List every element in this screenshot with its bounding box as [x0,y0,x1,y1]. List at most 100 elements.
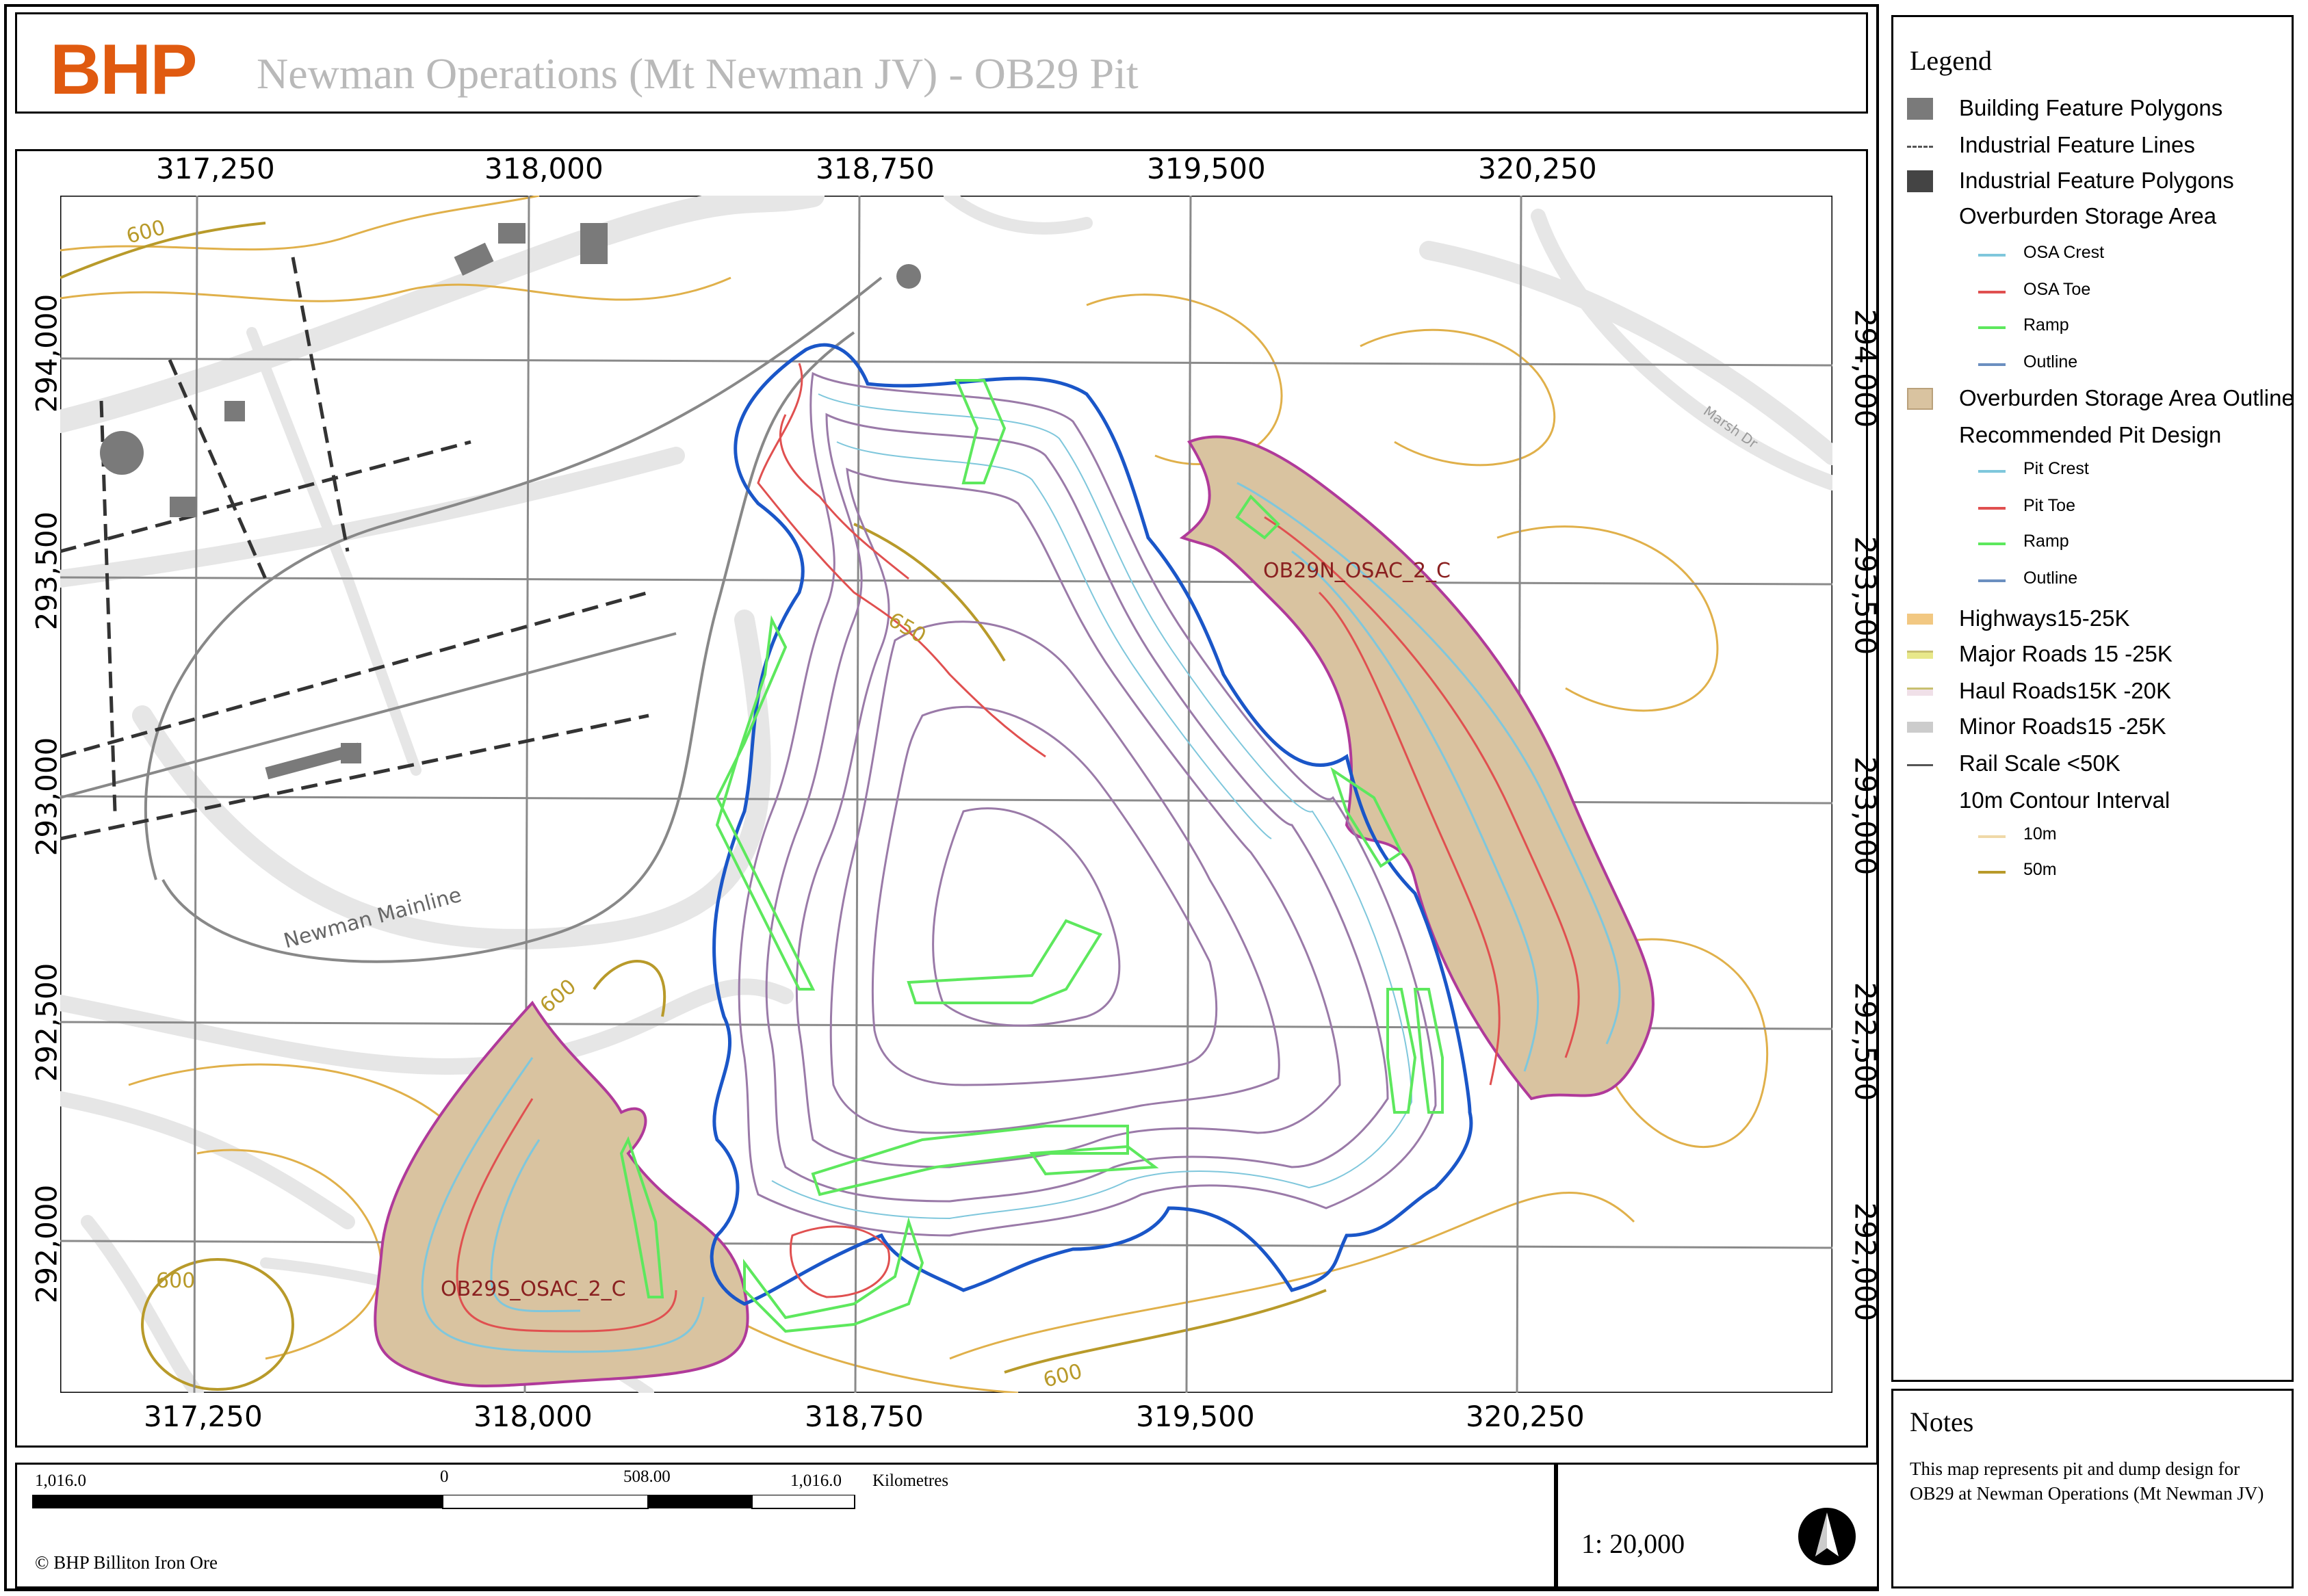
legend-item: Pit Crest [1893,456,2296,492]
y-tick-left-3: 293,000 [29,737,64,856]
legend-item: Industrial Feature Polygons [1893,166,2296,202]
scale-right-label: 1,016.0 [790,1471,842,1490]
scale-mid-label: 508.00 [623,1467,671,1486]
legend-item: OSA Toe [1893,277,2296,313]
legend-item-label: Rail Scale <50K [1959,750,2121,776]
y-tick-right-5: 292,000 [1848,1202,1882,1322]
header: BHP Newman Operations (Mt Newman JV) - O… [15,12,1868,114]
y-tick-right-3: 293,000 [1848,756,1882,876]
legend-item-label: Industrial Feature Polygons [1959,168,2234,193]
legend-item-label: Outline [2023,352,2078,371]
legend-item: OSA Crest [1893,240,2296,276]
x-tick-bottom-3: 318,750 [805,1400,924,1433]
legend-item-label: Major Roads 15 -25K [1959,641,2173,666]
x-tick-bottom-5: 320,250 [1466,1400,1585,1433]
scale-left-label: 1,016.0 [35,1471,86,1490]
y-tick-left-2: 293,500 [29,511,64,631]
north-arrow-icon [1798,1508,1856,1565]
legend-title: Legend [1910,45,1992,76]
legend-symbol-icon [1907,170,1933,192]
legend-item-label: 50m [2023,860,2057,879]
x-tick-bottom-2: 318,000 [474,1400,593,1433]
legend-symbol-icon [1907,388,1933,410]
legend-item: Industrial Feature Lines [1893,131,2296,166]
legend-item: Haul Roads15K -20K [1893,677,2296,712]
legend-item: Outline [1893,566,2296,601]
contour-label-600-sw: 600 [156,1269,195,1293]
legend-item-label: Recommended Pit Design [1959,422,2222,447]
scale-ratio: 1: 20,000 [1581,1528,1685,1559]
legend-item: Major Roads 15 -25K [1893,640,2296,675]
legend-item-label: Industrial Feature Lines [1959,132,2195,157]
x-tick-bottom-4: 319,500 [1136,1400,1255,1433]
legend-symbol-icon [1907,146,1933,148]
notes-text: This map represents pit and dump design … [1910,1458,2264,1504]
legend-item-label: OSA Toe [2023,280,2091,299]
bhp-logo: BHP [50,30,198,109]
legend-item-label: Ramp [2023,315,2069,335]
legend-symbol-icon [1978,579,2006,582]
y-tick-left-1: 294,000 [29,293,64,413]
legend-symbol-icon [1978,871,2006,874]
legend-symbol-icon [1978,291,2006,293]
legend-symbol-icon [1907,688,1933,696]
legend-symbol-icon [1907,614,1933,625]
legend-symbol-icon [1907,722,1933,733]
legend-item-label: Haul Roads15K -20K [1959,678,2172,703]
osa-north-label: OB29N_OSAC_2_C [1263,559,1451,583]
legend-item-label: Pit Toe [2023,496,2075,515]
legend-item-label: Pit Crest [2023,459,2089,478]
y-tick-left-5: 292,000 [29,1184,64,1304]
page-title: Newman Operations (Mt Newman JV) - OB29 … [257,49,1139,98]
legend-item-label: Overburden Storage Area [1959,203,2217,228]
x-tick-top-5: 320,250 [1478,152,1597,185]
copyright: © BHP Billiton Iron Ore [35,1552,218,1573]
legend-item: Highways15-25K [1893,604,2296,640]
legend-item-label: Outline [2023,568,2078,588]
legend-item: Outline [1893,350,2296,385]
legend-symbol-icon [1978,507,2006,510]
legend-item: Recommended Pit Design [1893,421,2296,456]
scale-ratio-panel: 1: 20,000 [1556,1463,1879,1588]
legend-item-label: Highways15-25K [1959,605,2130,631]
legend-symbol-icon [1907,764,1933,766]
legend-item: Building Feature Polygons [1893,94,2296,129]
x-tick-top-2: 318,000 [484,152,604,185]
legend-item: Ramp [1893,313,2296,348]
x-tick-top-3: 318,750 [816,152,935,185]
legend-item-label: Minor Roads15 -25K [1959,714,2166,739]
legend-item-label: Overburden Storage Area Outline [1959,385,2294,410]
x-tick-bottom-1: 317,250 [144,1400,263,1433]
legend-item-label: 10m Contour Interval [1959,787,2170,813]
legend-item: Ramp [1893,529,2296,564]
legend-item-label: Ramp [2023,532,2069,551]
legend-symbol-icon [1978,835,2006,838]
legend-symbol-icon [1978,542,2006,545]
x-tick-top-4: 319,500 [1147,152,1266,185]
legend-symbol-icon [1907,98,1933,120]
legend-item: Rail Scale <50K [1893,749,2296,785]
y-tick-right-4: 292,500 [1848,982,1882,1101]
osa-south-label: OB29S_OSAC_2_C [441,1277,626,1301]
legend-panel: Legend Building Feature Polygons Industri… [1891,15,2294,1382]
legend-symbol-icon [1978,326,2006,329]
legend-item: Overburden Storage Area Outline [1893,384,2296,419]
legend-symbol-icon [1907,651,1933,659]
legend-item-label: Building Feature Polygons [1959,95,2223,120]
y-tick-right-2: 293,500 [1848,536,1882,655]
legend-symbol-icon [1978,254,2006,257]
legend-item-label: OSA Crest [2023,243,2105,262]
scale-bar [32,1495,855,1509]
legend-item: Pit Toe [1893,493,2296,529]
y-tick-right-1: 294,000 [1848,309,1882,428]
legend-symbol-icon [1978,363,2006,366]
legend-item: 10m [1893,822,2296,857]
legend-item-label: 10m [2023,824,2057,843]
scale-unit-label: Kilometres [872,1471,949,1490]
map-canvas[interactable]: OB29N_OSAC_2_C OB29S_OSAC_2_C Newman Mai… [60,196,1832,1393]
legend-item: 10m Contour Interval [1893,786,2296,822]
notes-title: Notes [1910,1407,1974,1437]
legend-item: Minor Roads15 -25K [1893,712,2296,748]
x-tick-top-1: 317,250 [156,152,275,185]
y-tick-left-4: 292,500 [29,963,64,1082]
